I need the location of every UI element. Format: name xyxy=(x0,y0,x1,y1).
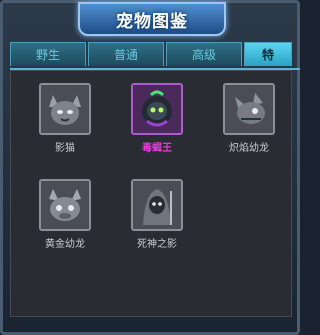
tab-bar: 野生 普通 高级 特 xyxy=(10,42,300,70)
pet-slot-death-shadow[interactable]: 死神之影 xyxy=(116,179,196,269)
tab-special[interactable]: 特 xyxy=(244,42,292,66)
golden-dragon-icon[interactable] xyxy=(39,179,91,231)
pet-name: 黄金幼龙 xyxy=(45,239,85,250)
pet-slot-poison-scorpion-king[interactable]: 毒蝎王 xyxy=(116,83,196,173)
pet-name: 炽焰幼龙 xyxy=(229,143,269,154)
title-plate: 宠物图鉴 xyxy=(78,2,226,36)
death-shadow-icon[interactable] xyxy=(131,179,183,231)
tab-advanced[interactable]: 高级 xyxy=(166,42,242,66)
pet-name: 死神之影 xyxy=(137,239,177,250)
shadow-cat-icon[interactable] xyxy=(39,83,91,135)
tab-normal[interactable]: 普通 xyxy=(88,42,164,66)
pet-name: 毒蝎王 xyxy=(142,143,172,154)
poison-scorpion-king-icon[interactable] xyxy=(131,83,183,135)
pet-slot-golden-dragon[interactable]: 黄金幼龙 xyxy=(24,179,104,269)
flame-dragon-icon[interactable] xyxy=(223,83,275,135)
tab-wild[interactable]: 野生 xyxy=(10,42,86,66)
pet-slot-shadow-cat[interactable]: 影猫 xyxy=(24,83,104,173)
pet-name: 影猫 xyxy=(55,143,75,154)
pet-slot-flame-dragon[interactable]: 炽焰幼龙 xyxy=(208,83,288,173)
window-title: 宠物图鉴 xyxy=(116,11,188,32)
pet-grid-panel: 影猫 毒蝎王 炽焰幼龙 黄金幼龙 死神之影 xyxy=(10,70,292,317)
